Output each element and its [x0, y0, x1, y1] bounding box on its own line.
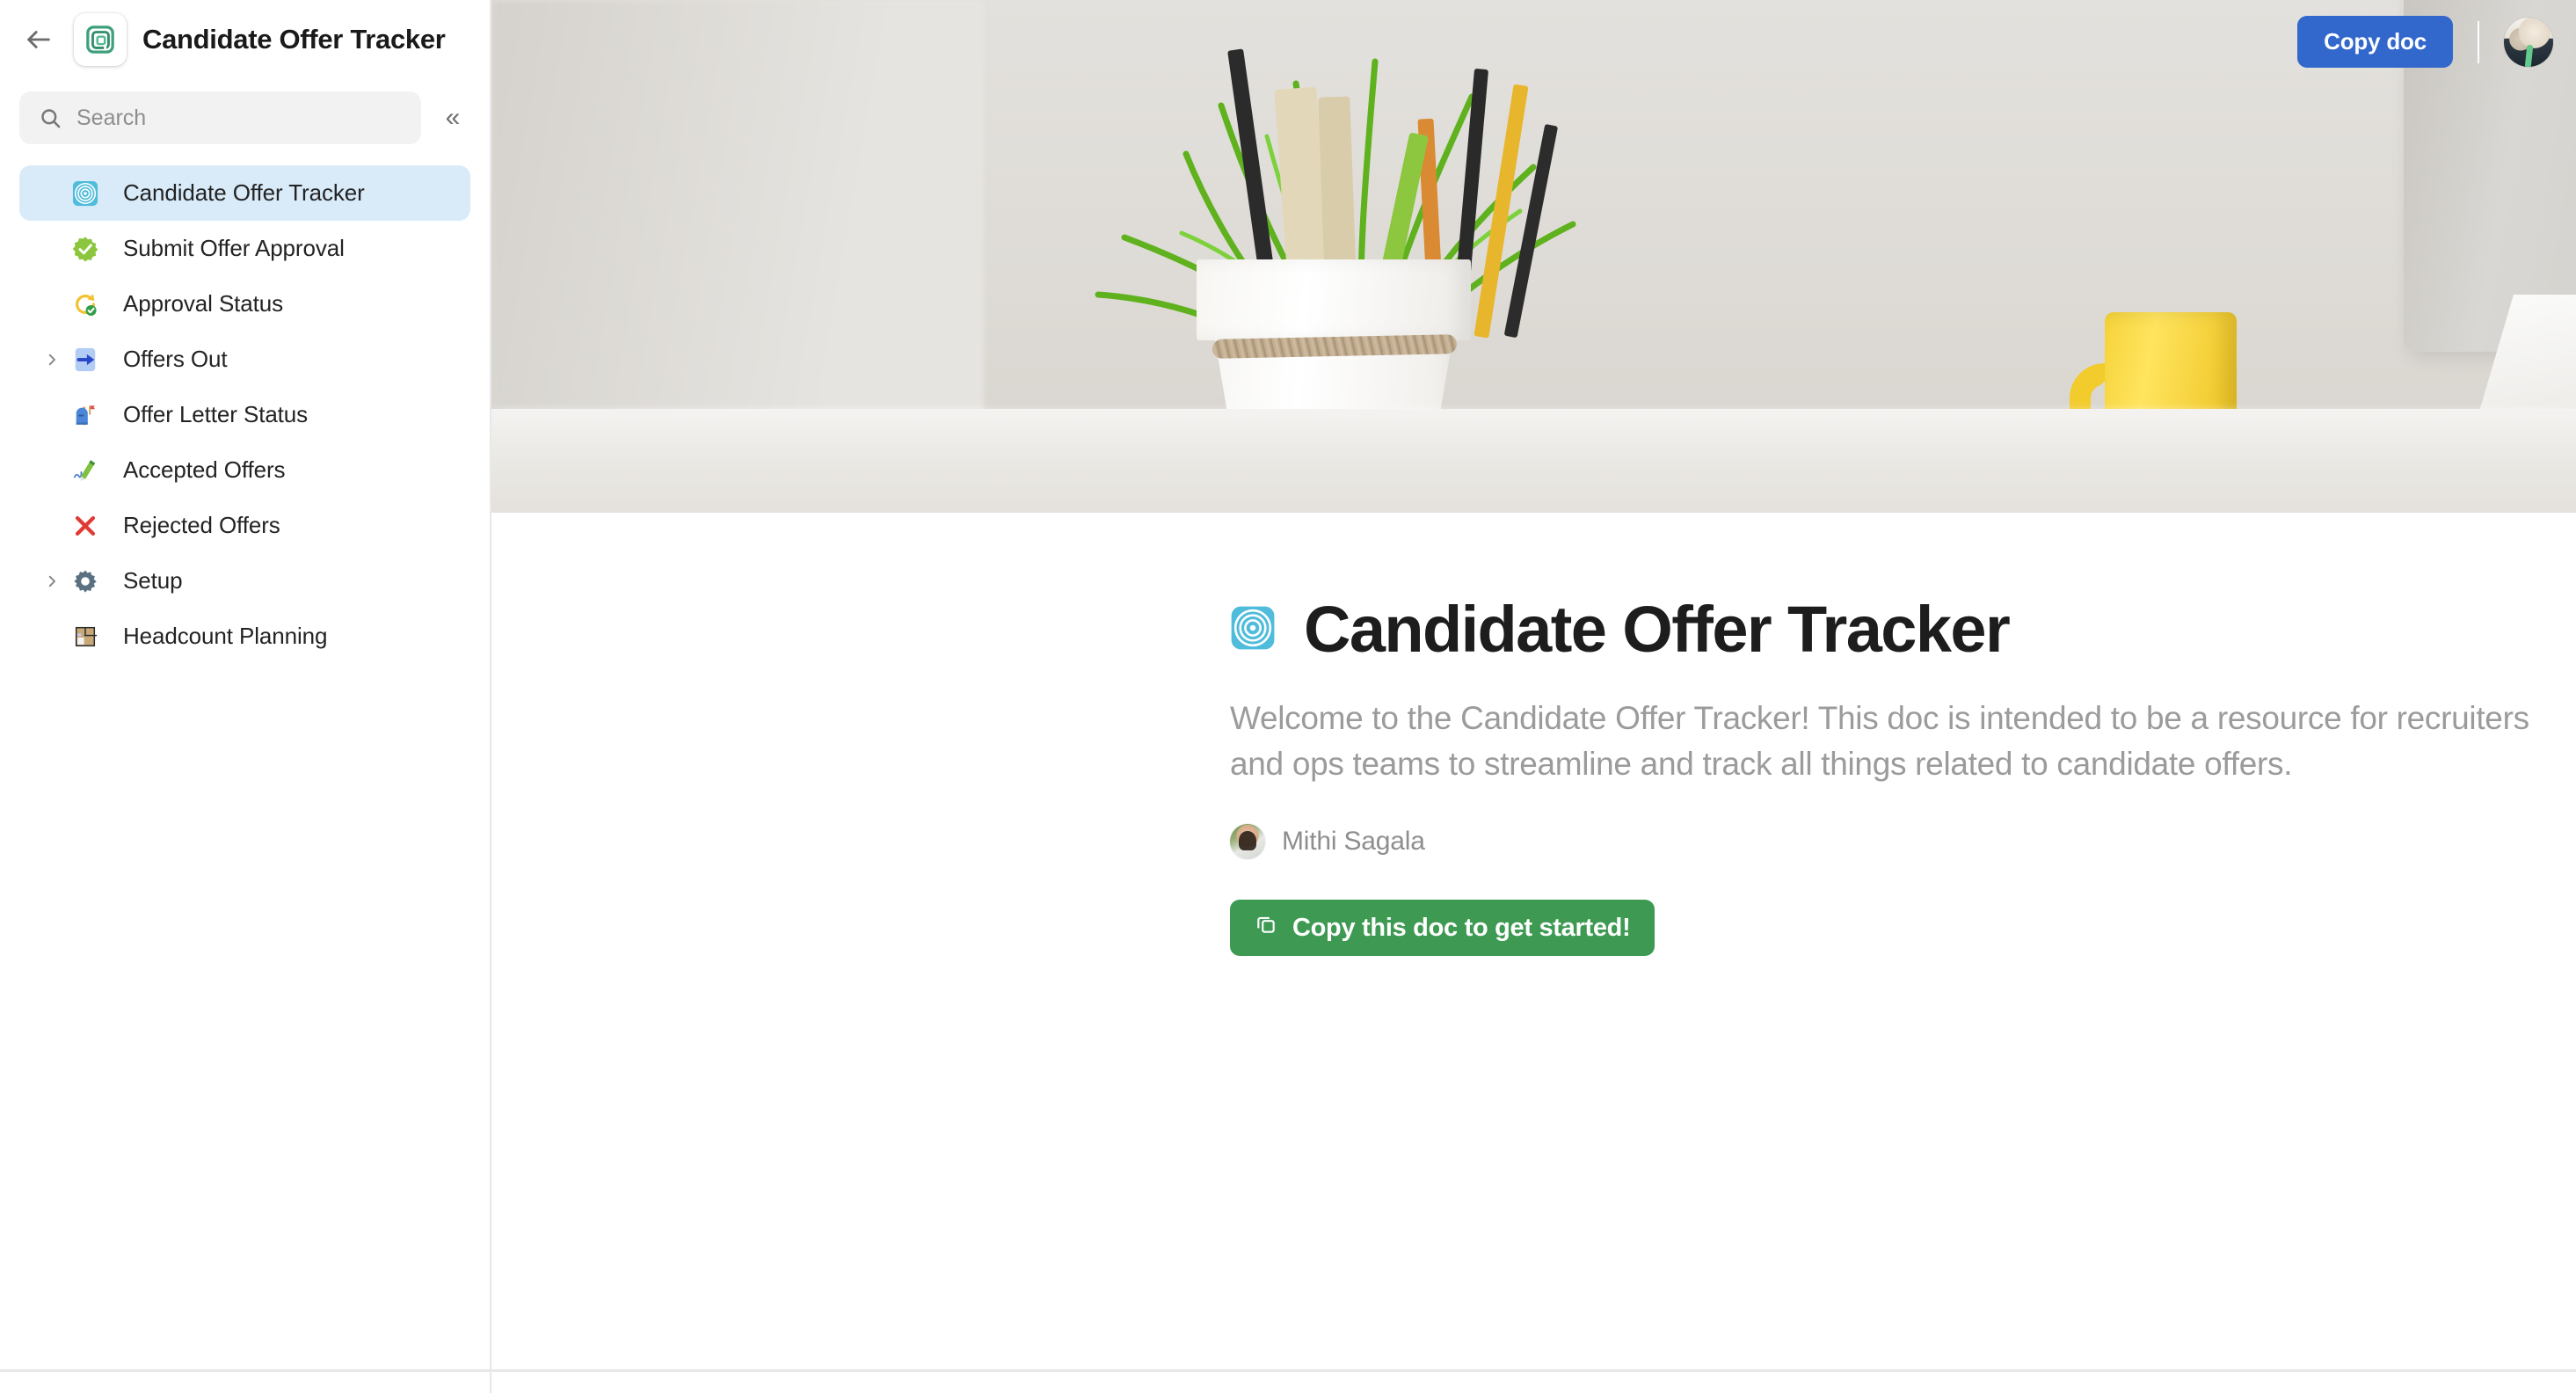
signature-pen-icon — [70, 456, 100, 485]
doc-title: Candidate Offer Tracker — [1304, 593, 2011, 666]
sidebar-item-accepted-offers[interactable]: Accepted Offers — [19, 442, 470, 498]
copy-this-doc-label: Copy this doc to get started! — [1292, 913, 1631, 942]
avatar[interactable] — [2504, 17, 2553, 67]
banner-image: Copy doc — [491, 0, 2576, 513]
sidebar-item-label: Accepted Offers — [123, 456, 286, 483]
target-rings-icon — [1230, 605, 1276, 655]
collapse-sidebar-icon[interactable]: « — [435, 100, 470, 135]
green-check-badge-icon — [70, 234, 100, 264]
sidebar-search-row: « — [0, 91, 490, 144]
arrow-refresh-check-icon — [70, 289, 100, 319]
search-input[interactable] — [76, 105, 402, 131]
green-square-spiral-icon — [86, 26, 114, 54]
author-row: Mithi Sagala — [1230, 824, 2576, 860]
copy-this-doc-button[interactable]: Copy this doc to get started! — [1230, 900, 1655, 957]
sidebar-item-label: Candidate Offer Tracker — [123, 179, 365, 206]
doc-title-row: Candidate Offer Tracker — [1230, 597, 2576, 662]
sidebar-item-label: Offers Out — [123, 346, 228, 372]
chevron-right-icon[interactable] — [42, 572, 62, 591]
doc-logo-tile[interactable] — [74, 13, 127, 66]
app-root: Candidate Offer Tracker « — [0, 0, 2576, 1393]
copy-icon — [1255, 913, 1277, 943]
chevron-right-icon[interactable] — [42, 350, 62, 369]
sidebar-item-rejected-offers[interactable]: Rejected Offers — [19, 498, 470, 553]
red-x-icon — [70, 511, 100, 541]
blue-arrow-right-icon — [70, 345, 100, 375]
sidebar-item-offers-out[interactable]: Offers Out — [19, 332, 470, 387]
mailbox-icon — [70, 400, 100, 430]
sidebar-header: Candidate Offer Tracker — [0, 0, 490, 79]
main-content: Copy doc Candidate Offer Tracker Welcome… — [491, 0, 2576, 1393]
desk-surface — [491, 409, 2576, 513]
sidebar-item-headcount-planning[interactable]: Headcount Planning — [19, 609, 470, 664]
sidebar-item-candidate-offer-tracker[interactable]: Candidate Offer Tracker — [19, 165, 470, 221]
sidebar-item-offer-letter-status[interactable]: Offer Letter Status — [19, 387, 470, 442]
footer-divider — [491, 1369, 2576, 1372]
author-name: Mithi Sagala — [1282, 827, 1425, 857]
floor-plan-icon — [70, 622, 100, 652]
sidebar-item-label: Approval Status — [123, 290, 284, 317]
author-avatar — [1230, 824, 1265, 860]
sidebar-item-label: Headcount Planning — [123, 623, 328, 649]
search-icon — [41, 108, 61, 128]
sidebar-item-label: Rejected Offers — [123, 512, 280, 538]
doc-body: Candidate Offer Tracker Welcome to the C… — [491, 513, 2576, 957]
plant-pot-rim — [1197, 259, 1471, 340]
sidebar-item-label: Offer Letter Status — [123, 401, 309, 427]
sidebar-item-label: Submit Offer Approval — [123, 235, 345, 261]
doc-description: Welcome to the Candidate Offer Tracker! … — [1230, 700, 2529, 783]
banner-actions: Copy doc — [2297, 16, 2553, 68]
sidebar-nav: Candidate Offer Tracker Submit Offer App… — [0, 165, 490, 664]
sidebar-item-setup[interactable]: Setup — [19, 553, 470, 609]
back-arrow-icon[interactable] — [19, 20, 58, 59]
page-title: Candidate Offer Tracker — [142, 24, 446, 55]
gear-icon — [70, 566, 100, 596]
search-box[interactable] — [19, 91, 421, 144]
sidebar-footer-divider — [0, 1369, 491, 1372]
sidebar-item-approval-status[interactable]: Approval Status — [19, 276, 470, 332]
copy-doc-button[interactable]: Copy doc — [2297, 16, 2453, 68]
sidebar: Candidate Offer Tracker « — [0, 0, 491, 1393]
target-rings-icon — [70, 179, 100, 208]
toolbar-divider — [2478, 20, 2479, 63]
sidebar-item-submit-offer-approval[interactable]: Submit Offer Approval — [19, 221, 470, 276]
